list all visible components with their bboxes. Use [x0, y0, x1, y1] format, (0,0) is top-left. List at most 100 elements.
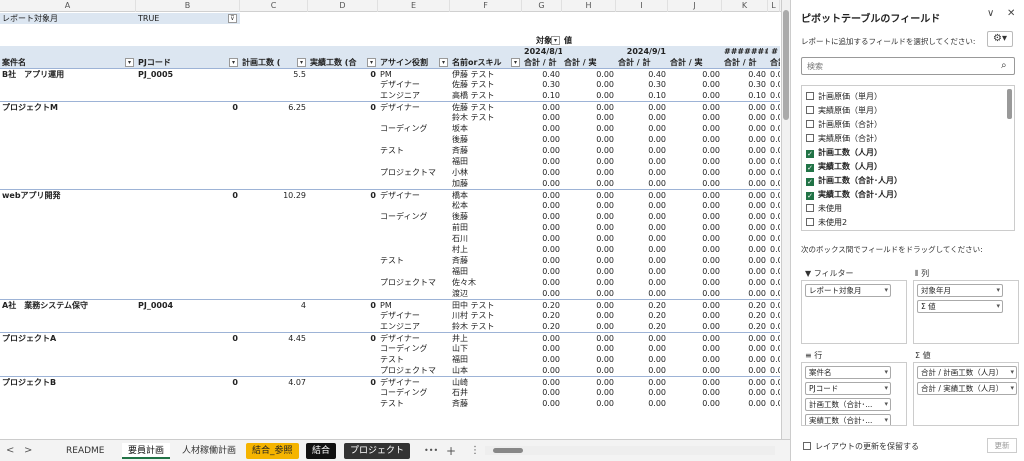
value-cell[interactable]: 0.00: [522, 288, 562, 299]
member-name-cell[interactable]: 山本: [450, 365, 522, 376]
value-cell[interactable]: 0.00: [668, 244, 722, 255]
role-cell[interactable]: エンジニア: [378, 90, 450, 101]
tab-split-icon[interactable]: ⋮: [470, 443, 480, 459]
value-cell[interactable]: 0.00: [616, 288, 668, 299]
column-header-E[interactable]: E: [378, 0, 450, 12]
table-row[interactable]: テスト斉藤0.000.000.000.000.000.00: [0, 398, 780, 409]
filters-area[interactable]: レポート対象月 ▾: [801, 280, 907, 344]
value-cell[interactable]: 0.00: [562, 310, 616, 321]
member-name-cell[interactable]: 前田: [450, 222, 522, 233]
value-cell[interactable]: 0.00: [562, 134, 616, 145]
value-cell[interactable]: 0.00: [562, 365, 616, 376]
value-cell[interactable]: 0.00: [722, 134, 768, 145]
value-cell[interactable]: 0.30: [522, 79, 562, 90]
value-cell[interactable]: 0.00: [722, 288, 768, 299]
value-cell[interactable]: 0.00: [768, 343, 780, 354]
header-sum[interactable]: 合計 / 実: [668, 57, 722, 68]
value-cell[interactable]: 0.00: [668, 387, 722, 398]
value-cell[interactable]: 0.00: [522, 354, 562, 365]
column-header-J[interactable]: J: [668, 0, 722, 12]
member-name-cell[interactable]: 斉藤: [450, 255, 522, 266]
value-cell[interactable]: 0.00: [668, 123, 722, 134]
value-cell[interactable]: 0.00: [722, 167, 768, 178]
columns-field-chip[interactable]: 対象年月 ▾: [917, 284, 1003, 297]
member-name-cell[interactable]: 渡辺: [450, 288, 522, 299]
table-row[interactable]: B社 アプリ運用 PJ_0005 5.5 0 PM 伊藤 テスト 0.40 0.00 0.40 0…: [0, 68, 780, 79]
chevron-down-icon[interactable]: ▾: [884, 399, 888, 410]
value-cell[interactable]: 0.00: [616, 233, 668, 244]
member-name-cell[interactable]: 後藤: [450, 134, 522, 145]
value-cell[interactable]: 0.00: [768, 310, 780, 321]
value-cell[interactable]: 0.00: [668, 112, 722, 123]
value-cell[interactable]: 0.00: [768, 277, 780, 288]
value-cell[interactable]: 0.00: [668, 222, 722, 233]
table-row[interactable]: エンジニア鈴木 テスト0.200.000.200.000.200.00: [0, 321, 780, 332]
value-cell[interactable]: 0.00: [768, 90, 780, 101]
value-cell[interactable]: 0.00: [668, 200, 722, 211]
value-cell[interactable]: 0.00: [522, 134, 562, 145]
defer-update-option[interactable]: レイアウトの更新を保留する: [803, 441, 919, 452]
role-cell[interactable]: プロジェクトマ: [378, 365, 450, 376]
value-cell[interactable]: 0.10: [522, 90, 562, 101]
value-cell[interactable]: 0.00: [522, 167, 562, 178]
value-cell[interactable]: 0.00: [522, 211, 562, 222]
value-cell[interactable]: 0.00: [522, 222, 562, 233]
tab-1[interactable]: 要員計画: [122, 443, 171, 459]
value-cell[interactable]: 0.00: [668, 167, 722, 178]
value-cell[interactable]: 0.00: [668, 266, 722, 277]
chevron-down-icon[interactable]: ▾: [996, 301, 1000, 312]
value-cell[interactable]: 0.00: [616, 354, 668, 365]
tab-prev-icon[interactable]: <: [6, 443, 14, 459]
value-cell[interactable]: 0.00: [522, 365, 562, 376]
values-field-chip[interactable]: 合計 / 実績工数（人月） ▾: [917, 382, 1017, 395]
more-tabs-icon[interactable]: •••: [424, 443, 438, 459]
date-header[interactable]: 2024/8/1: [522, 46, 562, 57]
chevron-down-icon[interactable]: ▾: [884, 383, 888, 394]
value-cell[interactable]: 0.00: [722, 123, 768, 134]
role-cell[interactable]: デザイナー: [378, 79, 450, 90]
member-name-cell[interactable]: 福田: [450, 266, 522, 277]
value-cell[interactable]: 0.00: [668, 233, 722, 244]
role-cell[interactable]: エンジニア: [378, 321, 450, 332]
value-cell[interactable]: 0.20: [722, 321, 768, 332]
value-cell[interactable]: 0.00: [722, 398, 768, 409]
chevron-down-icon[interactable]: ▾: [996, 285, 1000, 296]
value-cell[interactable]: 0.00: [522, 200, 562, 211]
table-row[interactable]: テスト福田0.000.000.000.000.000.00: [0, 354, 780, 365]
table-row[interactable]: A社 業務システム保守 PJ_0004 4 0 PM 田中 テスト 0.20 0.00 0.20…: [0, 299, 780, 310]
role-cell[interactable]: テスト: [378, 398, 450, 409]
table-row[interactable]: 石川0.000.000.000.000.000.00: [0, 233, 780, 244]
header-case[interactable]: 案件名: [0, 57, 136, 68]
date-header[interactable]: 2024/9/1: [616, 46, 668, 57]
table-row[interactable]: コーディング坂本0.000.000.000.000.000.00: [0, 123, 780, 134]
value-cell[interactable]: 0.00: [616, 266, 668, 277]
value-cell[interactable]: 0.00: [768, 354, 780, 365]
table-row[interactable]: デザイナー佐藤 テスト0.300.000.300.000.300.00: [0, 79, 780, 90]
value-cell[interactable]: 0.00: [562, 167, 616, 178]
column-header-L[interactable]: L: [768, 0, 780, 12]
value-cell[interactable]: 0.00: [562, 123, 616, 134]
value-cell[interactable]: 0.00: [668, 178, 722, 189]
table-row[interactable]: 鈴木 テスト0.000.000.000.000.000.00: [0, 112, 780, 123]
value-cell[interactable]: 0.00: [522, 156, 562, 167]
value-cell[interactable]: 0.00: [562, 200, 616, 211]
tab-next-icon[interactable]: >: [24, 443, 32, 459]
filter-value-cell[interactable]: TRUE: [136, 13, 240, 24]
update-button[interactable]: 更新: [987, 438, 1017, 453]
collapse-icon[interactable]: ∨: [987, 8, 994, 19]
field-checkbox[interactable]: [806, 134, 814, 142]
field-checkbox[interactable]: [806, 106, 814, 114]
value-cell[interactable]: 0.00: [616, 200, 668, 211]
header-sum[interactable]: 合計 / 計: [722, 57, 768, 68]
value-cell[interactable]: 0.00: [768, 156, 780, 167]
value-cell[interactable]: 0.00: [722, 112, 768, 123]
value-cell[interactable]: 0.00: [668, 310, 722, 321]
role-cell[interactable]: テスト: [378, 145, 450, 156]
field-search-input[interactable]: [801, 57, 1015, 75]
value-cell[interactable]: 0.00: [768, 266, 780, 277]
value-cell[interactable]: 0.00: [722, 145, 768, 156]
member-name-cell[interactable]: 福田: [450, 354, 522, 365]
date-header-blank[interactable]: [668, 46, 722, 57]
member-name-cell[interactable]: 後藤: [450, 211, 522, 222]
value-cell[interactable]: 0.00: [562, 233, 616, 244]
